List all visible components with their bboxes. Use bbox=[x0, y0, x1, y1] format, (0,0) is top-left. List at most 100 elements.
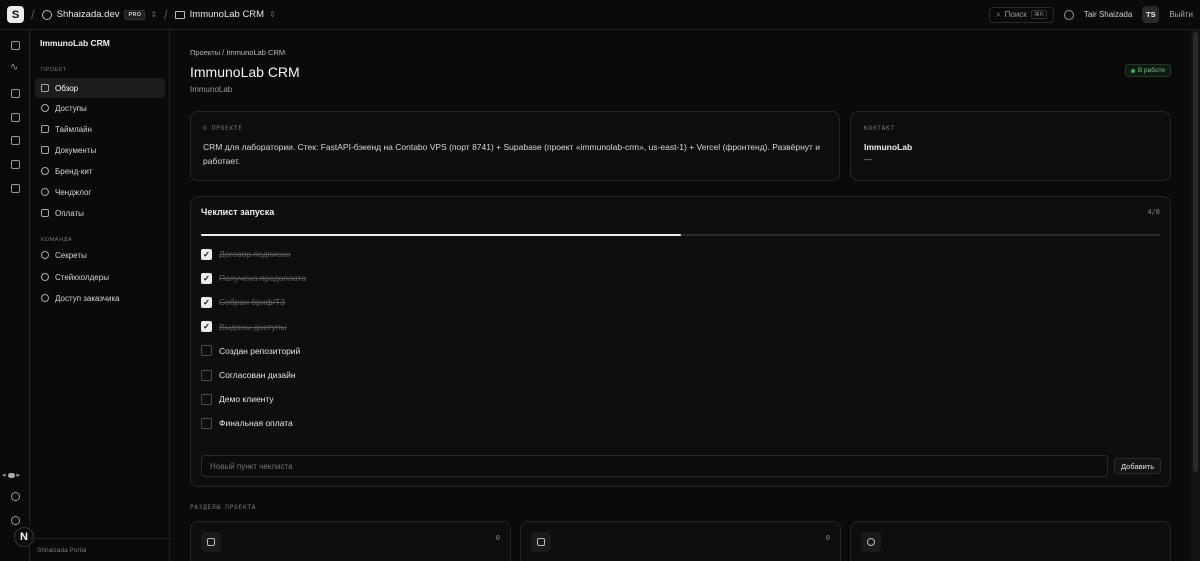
sidebar-item-label: Обзор bbox=[55, 83, 79, 93]
workspace-switcher[interactable]: Shhaizada.dev PRO ⇕ bbox=[41, 9, 158, 20]
sidebar-group-project: Проект bbox=[41, 67, 67, 73]
checkbox-icon[interactable] bbox=[201, 345, 212, 357]
rail-pager[interactable]: ◂ ▸ bbox=[2, 471, 20, 479]
checklist-item[interactable]: ✓ Получена предоплата bbox=[201, 270, 306, 286]
status-dot-icon bbox=[1130, 68, 1135, 73]
gear-icon[interactable] bbox=[11, 492, 20, 501]
contact-label: Контакт bbox=[864, 125, 895, 132]
eye-icon bbox=[41, 294, 49, 302]
sidebar-item-changelog[interactable]: Ченджлог bbox=[35, 182, 165, 202]
book-icon[interactable] bbox=[11, 136, 20, 145]
about-card: О проекте CRM для лаборатории. Стек: Fas… bbox=[190, 111, 840, 181]
chevron-right-icon[interactable]: ▸ bbox=[17, 471, 21, 479]
contact-value: — bbox=[864, 155, 872, 164]
calendar-icon bbox=[201, 532, 221, 552]
section-card-documents[interactable]: 0 bbox=[520, 521, 841, 561]
pager-dot bbox=[7, 472, 15, 478]
page-scrollbar[interactable] bbox=[1191, 30, 1200, 561]
checklist-item[interactable]: Демо клиенту bbox=[201, 391, 274, 407]
checklist-progress-bar bbox=[201, 234, 1161, 236]
logout-button[interactable]: Выйти bbox=[1169, 10, 1193, 19]
page-subtitle: ImmunoLab bbox=[190, 85, 233, 94]
sidebar-item-brand-kit[interactable]: Бренд-кит bbox=[35, 161, 165, 181]
section-card-brand-kit[interactable] bbox=[850, 521, 1171, 561]
palette-icon bbox=[41, 167, 49, 175]
checkbox-icon[interactable] bbox=[201, 369, 212, 381]
status-badge: В работе bbox=[1124, 64, 1171, 77]
checkbox-icon[interactable] bbox=[201, 417, 212, 429]
scrollbar-thumb[interactable] bbox=[1193, 32, 1198, 472]
sidebar-footer: Shhaizada Portal bbox=[30, 538, 170, 561]
sidebar-item-timeline[interactable]: Таймлайн bbox=[35, 119, 165, 139]
sidebar-item-label: Оплаты bbox=[55, 208, 84, 218]
add-checklist-item-button[interactable]: Добавить bbox=[1114, 458, 1162, 474]
checklist-item[interactable]: Создан репозиторий bbox=[201, 343, 300, 359]
section-count: 0 bbox=[495, 534, 500, 542]
about-text: CRM для лаборатории. Стек: FastAPI-бэкен… bbox=[203, 142, 821, 166]
chevron-updown-icon: ⇕ bbox=[269, 10, 276, 19]
sidebar-item-stakeholders[interactable]: Стейкхолдеры bbox=[35, 267, 165, 287]
checkbox-checked-icon[interactable]: ✓ bbox=[201, 272, 212, 284]
sidebar-item-overview[interactable]: Обзор bbox=[35, 78, 165, 98]
checklist-item[interactable]: ✓ Собран бриф/ТЗ bbox=[201, 294, 285, 310]
file-icon bbox=[41, 146, 49, 154]
status-label: В работе bbox=[1137, 67, 1165, 74]
folder-icon bbox=[174, 10, 185, 19]
plan-badge: PRO bbox=[124, 9, 146, 20]
chevron-left-icon[interactable]: ◂ bbox=[2, 471, 6, 479]
sidebar-item-client-access[interactable]: Доступ заказчика bbox=[35, 288, 165, 308]
activity-icon[interactable]: ∿ bbox=[10, 62, 19, 73]
checklist-item[interactable]: ✓ Выданы доступы bbox=[201, 319, 287, 335]
checkbox-checked-icon[interactable]: ✓ bbox=[201, 296, 212, 308]
checklist-item-label: Получена предоплата bbox=[219, 273, 306, 284]
sidebar-item-label: Стейкхолдеры bbox=[55, 272, 109, 282]
file-icon bbox=[531, 532, 551, 552]
avatar[interactable]: TS bbox=[1142, 6, 1160, 23]
user-icon bbox=[41, 273, 49, 281]
checklist-item[interactable]: Согласован дизайн bbox=[201, 367, 296, 383]
sidebar-item-label: Документы bbox=[55, 145, 97, 155]
sidebar-item-label: Доступ заказчика bbox=[55, 293, 120, 303]
checkbox-icon[interactable] bbox=[201, 393, 212, 405]
sidebar-item-documents[interactable]: Документы bbox=[35, 140, 165, 160]
section-card-timeline[interactable]: 0 bbox=[190, 521, 511, 561]
checklist-item-label: Создан репозиторий bbox=[219, 345, 301, 356]
server-icon[interactable] bbox=[11, 160, 20, 169]
user-name: Tair Shaizada bbox=[1083, 10, 1133, 19]
sun-icon[interactable] bbox=[11, 516, 20, 525]
sidebar-item-secrets[interactable]: Секреты bbox=[35, 245, 165, 265]
sidebar-group-team: Команда bbox=[41, 237, 73, 243]
layout-icon bbox=[41, 84, 49, 92]
folder-icon[interactable] bbox=[11, 113, 20, 122]
checklist-count: 4/8 bbox=[1147, 208, 1160, 216]
checklist-item-label: Выданы доступы bbox=[219, 321, 287, 332]
breadcrumb[interactable]: Проекты / ImmunoLab CRM bbox=[190, 48, 285, 57]
sidebar-item-label: Бренд-кит bbox=[55, 166, 93, 176]
search-shortcut: ⌘K bbox=[1030, 10, 1047, 19]
new-checklist-item-input[interactable] bbox=[201, 455, 1108, 477]
checkbox-checked-icon[interactable]: ✓ bbox=[201, 248, 212, 260]
checklist-item[interactable]: ✓ Договор подписан bbox=[201, 246, 291, 262]
card-icon bbox=[41, 209, 49, 217]
app-logo[interactable]: S bbox=[7, 6, 24, 23]
receipt-icon[interactable] bbox=[11, 184, 20, 193]
project-switcher[interactable]: ImmunoLab CRM ⇕ bbox=[174, 9, 276, 20]
dashboard-icon[interactable] bbox=[11, 41, 20, 50]
checklist-item-label: Согласован дизайн bbox=[219, 370, 296, 380]
theme-toggle-icon[interactable] bbox=[1063, 9, 1074, 20]
chevron-updown-icon: ⇕ bbox=[150, 10, 158, 19]
history-icon bbox=[41, 188, 49, 196]
top-actions: ⌕ Поиск ⌘K Tair Shaizada TS Выйти bbox=[989, 6, 1193, 23]
page-title: ImmunoLab CRM bbox=[190, 64, 300, 80]
checklist-item-label: Демо клиенту bbox=[219, 394, 274, 405]
search-button[interactable]: ⌕ Поиск ⌘K bbox=[989, 6, 1054, 23]
contact-card: Контакт ImmunoLab — bbox=[850, 111, 1171, 181]
key-icon bbox=[41, 251, 49, 259]
breadcrumb-separator: / bbox=[164, 7, 168, 22]
checklist-item[interactable]: Финальная оплата bbox=[201, 415, 293, 431]
checkbox-checked-icon[interactable]: ✓ bbox=[201, 321, 212, 333]
sidebar-item-payments[interactable]: Оплаты bbox=[35, 203, 165, 223]
sidebar-item-access[interactable]: Доступы bbox=[35, 98, 165, 118]
icon-rail: ∿ ◂ ▸ N bbox=[0, 30, 34, 561]
mail-icon[interactable] bbox=[11, 89, 20, 98]
